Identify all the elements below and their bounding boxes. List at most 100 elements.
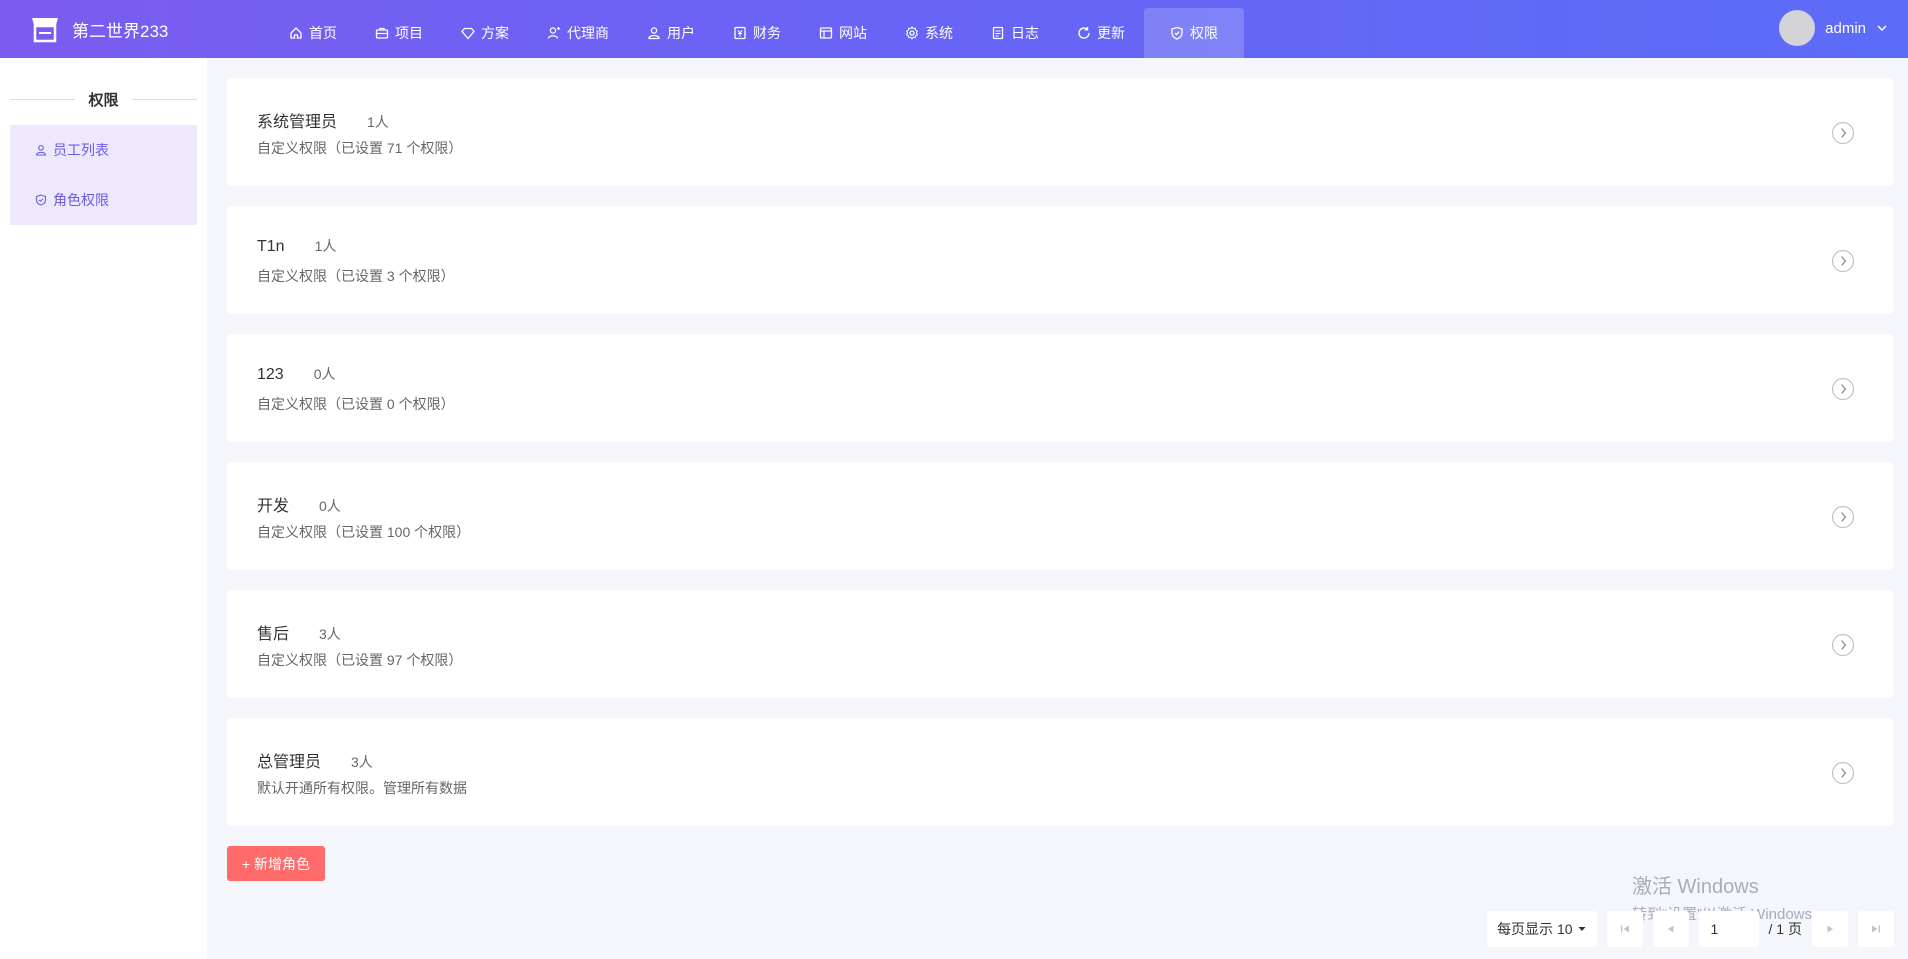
top-header: 第二世界233 首页 项目 方案 代理商 用户 财务 网站 系统 日志 更新 权… bbox=[0, 0, 1908, 58]
role-description: 默认开通所有权限。管理所有数据 bbox=[257, 780, 467, 796]
nav-item-system[interactable]: 系统 bbox=[886, 8, 972, 58]
caret-down-icon bbox=[1578, 927, 1586, 931]
agent-icon bbox=[547, 27, 560, 39]
role-header: 总管理员 3人 bbox=[257, 748, 373, 772]
role-member-count: 3人 bbox=[351, 754, 373, 770]
role-name: T1n bbox=[257, 238, 285, 255]
chevron-right-circle-icon[interactable] bbox=[1831, 377, 1855, 401]
nav-item-projects[interactable]: 项目 bbox=[356, 8, 442, 58]
last-page-button[interactable] bbox=[1858, 911, 1894, 947]
nav-label: 更新 bbox=[1097, 25, 1125, 41]
watermark-line-1: 激活 Windows bbox=[1632, 876, 1759, 898]
role-description: 自定义权限（已设置 97 个权限） bbox=[257, 652, 463, 668]
nav-item-agents[interactable]: 代理商 bbox=[528, 8, 628, 58]
main-nav: 首页 项目 方案 代理商 用户 财务 网站 系统 日志 更新 权限 bbox=[270, 8, 1244, 58]
role-name: 售后 bbox=[257, 626, 290, 643]
shield-icon bbox=[35, 194, 47, 206]
gear-icon bbox=[905, 26, 919, 40]
nav-item-permissions[interactable]: 权限 bbox=[1144, 8, 1244, 58]
chevron-right-circle-icon[interactable] bbox=[1831, 633, 1855, 657]
nav-label: 网站 bbox=[839, 25, 867, 41]
role-header: 售后 3人 bbox=[257, 620, 341, 644]
home-icon bbox=[290, 27, 302, 39]
sidebar-item-staff-list[interactable]: 员工列表 bbox=[10, 125, 197, 175]
shield-icon bbox=[1171, 26, 1183, 40]
next-page-icon bbox=[1827, 925, 1833, 933]
role-card[interactable]: 售后 3人 自定义权限（已设置 97 个权限） bbox=[227, 590, 1893, 698]
chevron-right-circle-icon[interactable] bbox=[1831, 505, 1855, 529]
role-name: 开发 bbox=[257, 498, 290, 515]
role-member-count: 0人 bbox=[313, 366, 336, 382]
user-icon bbox=[648, 27, 660, 40]
log-icon bbox=[992, 26, 1004, 40]
nav-item-logs[interactable]: 日志 bbox=[972, 8, 1058, 58]
brand[interactable]: 第二世界233 bbox=[30, 14, 168, 44]
sidebar-item-role-permissions[interactable]: 角色权限 bbox=[10, 175, 197, 225]
nav-label: 首页 bbox=[309, 25, 337, 41]
store-icon bbox=[32, 18, 58, 43]
prev-page-icon bbox=[1667, 925, 1674, 933]
role-description: 自定义权限（已设置 71 个权限） bbox=[257, 140, 463, 156]
nav-item-website[interactable]: 网站 bbox=[800, 8, 886, 58]
chevron-right-circle-icon[interactable] bbox=[1831, 121, 1855, 145]
role-description: 自定义权限（已设置 3 个权限） bbox=[257, 268, 455, 284]
role-name: 总管理员 bbox=[257, 754, 322, 771]
nav-item-home[interactable]: 首页 bbox=[270, 8, 356, 58]
nav-label: 系统 bbox=[925, 25, 953, 41]
role-card[interactable]: 总管理员 3人 默认开通所有权限。管理所有数据 bbox=[227, 718, 1893, 826]
role-header: 123 0人 bbox=[257, 364, 336, 384]
page-size-label: 每页显示 10 bbox=[1497, 921, 1573, 937]
nav-label: 权限 bbox=[1190, 25, 1218, 41]
briefcase-icon bbox=[375, 27, 389, 39]
nav-item-updates[interactable]: 更新 bbox=[1058, 8, 1144, 58]
role-card[interactable]: 123 0人 自定义权限（已设置 0 个权限） bbox=[227, 334, 1893, 442]
role-card[interactable]: 系统管理员 1人 自定义权限（已设置 71 个权限） bbox=[227, 78, 1893, 186]
last-page-icon bbox=[1872, 925, 1880, 933]
brand-name: 第二世界233 bbox=[72, 21, 169, 41]
website-icon bbox=[819, 27, 833, 39]
sidebar-title: 权限 bbox=[10, 88, 197, 110]
sidebar-item-label: 角色权限 bbox=[53, 192, 109, 208]
nav-label: 代理商 bbox=[567, 25, 609, 41]
total-pages-label: / 1 页 bbox=[1768, 921, 1802, 937]
role-description: 自定义权限（已设置 0 个权限） bbox=[257, 396, 455, 412]
chevron-down-icon bbox=[1877, 25, 1887, 32]
role-member-count: 0人 bbox=[319, 498, 341, 514]
role-header: 开发 0人 bbox=[257, 492, 341, 516]
chevron-right-circle-icon[interactable] bbox=[1831, 249, 1855, 273]
finance-icon bbox=[734, 26, 746, 40]
role-card[interactable]: T1n 1人 自定义权限（已设置 3 个权限） bbox=[227, 206, 1893, 314]
sidebar: 权限 员工列表 角色权限 bbox=[0, 58, 207, 959]
main-content: 系统管理员 1人 自定义权限（已设置 71 个权限） T1n 1人 自定义权限（… bbox=[207, 58, 1908, 959]
next-page-button[interactable] bbox=[1812, 911, 1848, 947]
nav-label: 日志 bbox=[1011, 25, 1039, 41]
first-page-icon bbox=[1620, 925, 1629, 933]
page-size-select[interactable]: 每页显示 10 bbox=[1487, 911, 1597, 947]
role-header: 系统管理员 1人 bbox=[257, 108, 389, 132]
nav-label: 用户 bbox=[667, 25, 695, 41]
role-name: 123 bbox=[257, 366, 284, 383]
nav-item-users[interactable]: 用户 bbox=[628, 8, 714, 58]
role-name: 系统管理员 bbox=[257, 114, 338, 131]
diamond-icon bbox=[461, 27, 475, 40]
role-card[interactable]: 开发 0人 自定义权限（已设置 100 个权限） bbox=[227, 462, 1893, 570]
role-member-count: 1人 bbox=[314, 238, 337, 254]
add-role-button[interactable]: + 新增角色 bbox=[227, 846, 325, 881]
nav-label: 项目 bbox=[395, 25, 423, 41]
nav-item-finance[interactable]: 财务 bbox=[714, 8, 800, 58]
role-member-count: 3人 bbox=[319, 626, 341, 642]
chevron-right-circle-icon[interactable] bbox=[1831, 761, 1855, 785]
first-page-button[interactable] bbox=[1606, 911, 1643, 947]
user-icon bbox=[35, 144, 47, 156]
page-number-input[interactable] bbox=[1698, 911, 1759, 947]
role-member-count: 1人 bbox=[367, 114, 389, 130]
role-description: 自定义权限（已设置 100 个权限） bbox=[257, 524, 471, 540]
user-menu[interactable]: admin bbox=[1779, 10, 1888, 46]
nav-item-plans[interactable]: 方案 bbox=[442, 8, 528, 58]
refresh-icon bbox=[1078, 27, 1090, 39]
sidebar-item-label: 员工列表 bbox=[53, 142, 109, 158]
pagination: 每页显示 10 / 1 页 bbox=[1487, 911, 1894, 947]
user-name: admin bbox=[1825, 19, 1866, 37]
avatar[interactable] bbox=[1779, 10, 1816, 46]
prev-page-button[interactable] bbox=[1652, 911, 1689, 947]
